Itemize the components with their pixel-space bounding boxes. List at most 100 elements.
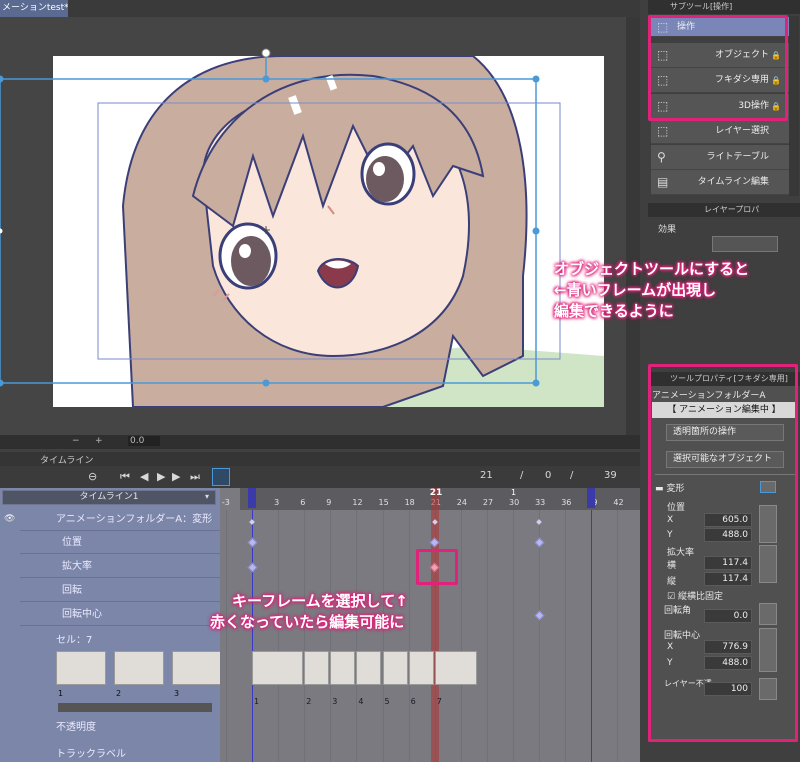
last-frame-icon[interactable]: ⏭ — [190, 470, 200, 484]
end-marker-line — [591, 510, 593, 762]
frame-gridline — [513, 510, 514, 762]
track-scale[interactable]: 拡大率 — [20, 555, 220, 578]
cell-number: 2 — [306, 697, 312, 706]
track-rotation-center[interactable]: 回転中心 — [20, 603, 220, 626]
keyframe[interactable] — [536, 519, 542, 525]
frame-gridline — [460, 510, 462, 762]
frame-gridline — [225, 510, 227, 762]
current-frame-label: 21 — [429, 488, 443, 498]
counter-separator: / — [520, 470, 524, 481]
chevron-down-icon[interactable]: ▾ — [205, 492, 209, 501]
cell-number: 3 — [332, 697, 338, 706]
keyframe[interactable] — [247, 537, 257, 547]
zoom-in-button[interactable]: + — [95, 436, 103, 446]
cell-thumbnail[interactable] — [382, 651, 408, 685]
transform-frame[interactable]: + — [0, 17, 626, 435]
subtool-panel-header: サブツール[操作] — [648, 0, 800, 14]
subtool-item-label: ライトテーブル — [706, 151, 769, 162]
frame-gridline — [356, 510, 358, 762]
document-tab-label: メーションtest* — [2, 3, 68, 13]
annotation-right-3: 編集できるように — [554, 302, 674, 320]
cell-thumbnail[interactable] — [56, 651, 106, 685]
effect-buttons[interactable] — [712, 236, 778, 252]
track-folder-label: アニメーションフォルダーA：変形 — [56, 514, 213, 525]
canvas-status-bar: − + 0.0 — [0, 435, 640, 449]
timeline-edit-icon: ▤ — [657, 175, 669, 189]
layer-select-icon: ⬚ — [657, 124, 669, 138]
annotation-bottom-1: キーフレームを選択して↑ — [232, 592, 408, 610]
cell-number: 4 — [358, 697, 364, 706]
cell-number: 7 — [436, 697, 442, 706]
timeline-panel-header: タイムライン — [0, 452, 640, 466]
keyframe[interactable] — [249, 519, 255, 525]
subtool-panel-title: サブツール[操作] — [670, 2, 733, 11]
track-cell-label: セル：7 — [56, 635, 93, 646]
frame-gridline — [565, 510, 567, 762]
cell-number: 3 — [174, 689, 180, 698]
cell-number: 1 — [254, 697, 260, 706]
track-scale-label: 拡大率 — [62, 561, 92, 572]
zoom-field[interactable]: 0.0 — [128, 436, 161, 446]
track-folder[interactable]: アニメーションフォルダーA：変形 — [20, 508, 220, 531]
keyframe[interactable] — [247, 562, 257, 572]
track-opacity-label: 不透明度 — [56, 722, 96, 733]
cell-thumbnail[interactable] — [434, 651, 478, 685]
eye-icon[interactable]: 👁 — [4, 514, 15, 524]
annotation-right-2: ←青いフレームが出現し — [554, 281, 717, 299]
tab-bar — [68, 0, 640, 17]
cell-number: 6 — [410, 697, 416, 706]
cell-thumbnail[interactable] — [304, 651, 330, 685]
next-frame-icon[interactable]: ▶ — [172, 470, 180, 483]
cell-horizontal-scrollbar[interactable] — [58, 703, 212, 712]
current-frame-indicator[interactable] — [430, 488, 439, 762]
loop-icon[interactable] — [212, 468, 230, 486]
layer-property-tab[interactable]: レイヤープロパ — [704, 205, 759, 214]
first-frame-icon[interactable]: ⏮ — [120, 470, 130, 484]
timeline-selector[interactable]: タイムライン1 — [2, 490, 216, 505]
track-position[interactable]: 位置 — [20, 531, 220, 554]
document-tab[interactable]: メーションtest*× — [0, 0, 68, 17]
cell-thumbnail[interactable] — [408, 651, 434, 685]
counter-separator-2: / — [570, 470, 574, 481]
subtool-item-label: レイヤー選択 — [715, 126, 769, 136]
track-rotation-center-label: 回転中心 — [62, 609, 102, 620]
cell-thumbnail[interactable] — [114, 651, 164, 685]
current-frame-counter: 21 — [480, 470, 493, 481]
track-label-label: トラックラベル — [56, 749, 126, 760]
effect-label: 効果 — [658, 225, 677, 235]
layer-property-header: レイヤープロパ — [648, 203, 800, 217]
frame-gridline — [617, 510, 619, 762]
track-rotation[interactable]: 回転 — [20, 579, 220, 602]
track-rotation-label: 回転 — [62, 585, 82, 596]
end-frame-counter: 39 — [604, 470, 617, 481]
subtool-item-4[interactable]: ⬚ レイヤー選択 — [651, 119, 789, 144]
ruler-tick-label: -3 — [221, 498, 230, 507]
keyframe-highlight-box — [416, 549, 458, 585]
annotation-bottom-2: 赤くなっていたら編集可能に — [210, 613, 405, 631]
cell-number: 2 — [116, 689, 122, 698]
frame-gridline — [330, 510, 332, 762]
zoom-out-icon[interactable]: ⊖ — [88, 470, 97, 483]
subtool-item-6[interactable]: ▤ タイムライン編集 — [651, 170, 789, 195]
svg-text:+: + — [261, 223, 271, 237]
prev-frame-icon[interactable]: ◀ — [140, 470, 148, 483]
keyframe[interactable] — [534, 610, 545, 620]
timeline-toolbar: ⊖ ⏮ ◀ ▶ ▶ ⏭ 21 / 0 / 39 — [0, 466, 640, 488]
cell-thumbnail[interactable] — [330, 651, 356, 685]
keyframe[interactable] — [534, 537, 545, 547]
canvas-vertical-scrollbar[interactable] — [626, 17, 640, 435]
frame-gridline — [382, 510, 384, 762]
cell-number: 5 — [384, 697, 390, 706]
cell-thumbnail[interactable] — [252, 651, 304, 685]
frame-gridline — [278, 510, 280, 762]
subtool-scrollbar[interactable] — [789, 16, 799, 196]
subtool-highlight-box — [648, 15, 788, 121]
subtool-item-5[interactable]: ⚲ ライトテーブル — [651, 144, 789, 170]
cell-thumbnail[interactable] — [356, 651, 382, 685]
play-icon[interactable]: ▶ — [157, 470, 165, 483]
cell-number: 1 — [58, 689, 64, 698]
timeline-panel-title: タイムライン — [40, 456, 94, 466]
tool-property-highlight-box — [648, 364, 798, 742]
cell-thumbnail[interactable] — [172, 651, 222, 685]
zoom-out-button[interactable]: − — [72, 436, 80, 446]
